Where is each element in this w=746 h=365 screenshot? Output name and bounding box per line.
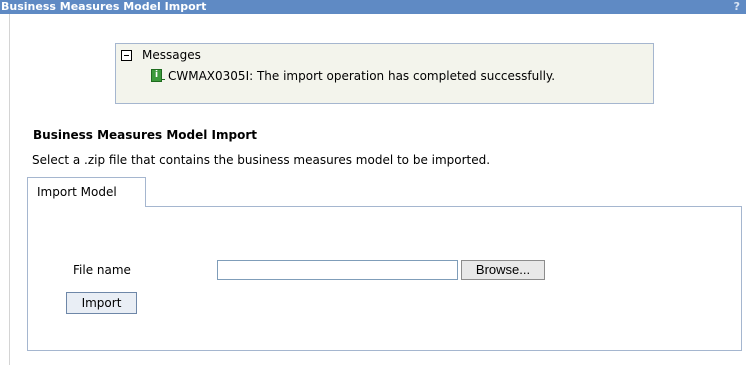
info-icon: i	[151, 69, 165, 82]
tab-import-model[interactable]: Import Model	[27, 177, 146, 207]
file-name-label: File name	[73, 263, 131, 277]
portlet-title: Business Measures Model Import	[1, 0, 207, 13]
file-name-input[interactable]	[217, 260, 458, 280]
import-button[interactable]: Import	[66, 292, 137, 314]
section-title: Business Measures Model Import	[33, 128, 257, 142]
help-icon[interactable]: ?	[734, 0, 740, 14]
browse-button[interactable]: Browse...	[461, 260, 545, 280]
messages-header: Messages	[142, 48, 201, 62]
message-text: CWMAX0305I: The import operation has com…	[168, 69, 556, 83]
collapse-icon[interactable]	[121, 50, 132, 61]
instruction-text: Select a .zip file that contains the bus…	[32, 153, 491, 167]
left-divider	[9, 14, 10, 365]
messages-box: Messages i CWMAX0305I: The import operat…	[115, 43, 654, 104]
portlet-title-bar: Business Measures Model Import ?	[0, 0, 746, 14]
